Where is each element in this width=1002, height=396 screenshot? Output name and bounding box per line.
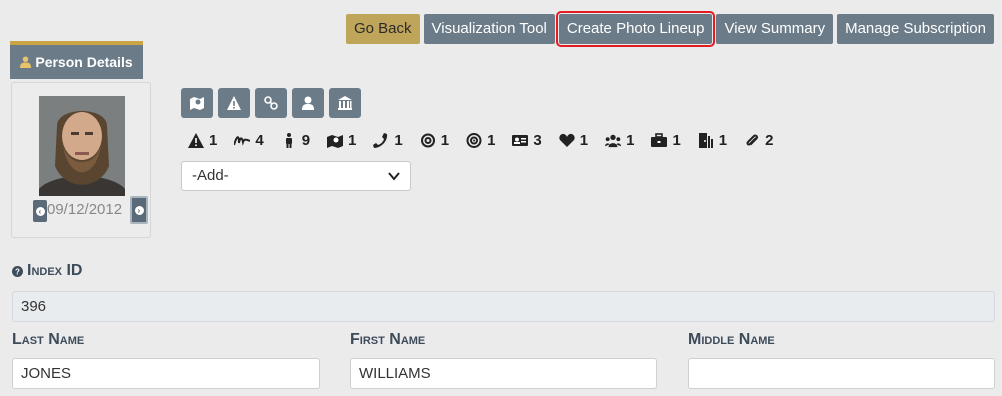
count-value: 1 xyxy=(672,132,681,149)
count-value: 1 xyxy=(394,132,403,149)
map-icon xyxy=(327,135,344,148)
targets-count[interactable]: 1 xyxy=(466,132,495,149)
persons-count[interactable]: 9 xyxy=(281,132,310,149)
person-icon xyxy=(302,96,314,110)
go-back-button[interactable]: Go Back xyxy=(345,14,420,44)
count-value: 1 xyxy=(718,132,728,149)
tab-label: Person Details xyxy=(35,54,133,70)
svg-text:?: ? xyxy=(15,267,20,276)
create-photo-lineup-button[interactable]: Create Photo Lineup xyxy=(555,11,716,47)
add-dropdown[interactable]: -Add- xyxy=(181,161,411,191)
visualization-tool-button[interactable]: Visualization Tool xyxy=(423,14,555,44)
add-dropdown-value: -Add- xyxy=(192,167,229,184)
relationships-count[interactable]: 1 xyxy=(559,132,588,149)
help-icon[interactable]: ? xyxy=(12,265,23,277)
count-value: 1 xyxy=(487,132,496,149)
building-icon xyxy=(338,96,352,110)
warning-icon xyxy=(188,133,204,148)
link-button[interactable] xyxy=(255,88,287,118)
count-value: 2 xyxy=(765,132,774,149)
phones-count[interactable]: 1 xyxy=(373,132,403,149)
users-icon xyxy=(605,134,622,148)
count-value: 1 xyxy=(440,132,450,149)
incarcerations-count[interactable]: 1 xyxy=(698,132,727,149)
target-icon xyxy=(466,133,482,148)
locations-count[interactable]: 1 xyxy=(327,132,356,149)
photo-card: ‹ 09/12/2012 › xyxy=(11,82,151,238)
briefcase-icon xyxy=(651,133,668,147)
arrow-left-icon: ‹ xyxy=(35,206,45,216)
signature-icon xyxy=(234,136,251,146)
emails-count[interactable]: 1 xyxy=(420,132,449,149)
paperclip-icon xyxy=(746,134,759,146)
signatures-count[interactable]: 4 xyxy=(234,132,264,149)
count-value: 1 xyxy=(209,132,218,149)
top-action-bar: Go Back Visualization Tool Create Photo … xyxy=(345,11,994,47)
action-icon-row xyxy=(181,88,361,118)
middle-name-label: Middle Name xyxy=(688,331,775,348)
warnings-count[interactable]: 1 xyxy=(188,132,217,149)
chevron-down-icon xyxy=(388,172,400,181)
prev-photo-button[interactable]: ‹ xyxy=(33,200,47,222)
first-name-label: First Name xyxy=(350,331,426,348)
door-icon xyxy=(698,133,713,148)
id-card-icon xyxy=(512,135,529,146)
at-icon xyxy=(420,133,435,148)
attachments-count[interactable]: 2 xyxy=(744,132,773,149)
associates-count[interactable]: 1 xyxy=(605,132,634,149)
view-summary-button[interactable]: View Summary xyxy=(716,14,834,44)
building-button[interactable] xyxy=(329,88,361,118)
count-value: 1 xyxy=(348,132,357,149)
count-value: 4 xyxy=(255,132,264,149)
arrow-right-icon: › xyxy=(134,205,144,215)
map-marker-button[interactable] xyxy=(181,88,213,118)
person-button[interactable] xyxy=(292,88,324,118)
person-photo[interactable] xyxy=(39,96,125,196)
next-photo-button[interactable]: › xyxy=(130,196,148,224)
person-standing-icon xyxy=(285,133,292,148)
count-value: 9 xyxy=(301,132,311,149)
index-id-field: 396 xyxy=(12,291,995,322)
person-icon xyxy=(20,56,32,68)
map-marker-icon xyxy=(190,97,204,110)
manage-subscription-button[interactable]: Manage Subscription xyxy=(837,14,994,44)
ids-count[interactable]: 3 xyxy=(512,132,542,149)
first-name-field[interactable]: WILLIAMS xyxy=(350,358,657,389)
last-name-label: Last Name xyxy=(12,331,85,348)
index-id-label-text: Index ID xyxy=(27,262,83,279)
record-counts: 1 4 9 1 1 1 1 3 1 1 1 1 2 xyxy=(188,132,773,149)
count-value: 3 xyxy=(533,132,542,149)
tab-person-details[interactable]: Person Details xyxy=(10,41,143,79)
last-name-field[interactable]: JONES xyxy=(12,358,320,389)
photo-date: 09/12/2012 xyxy=(47,201,123,218)
middle-name-field[interactable] xyxy=(688,358,995,389)
warning-icon xyxy=(227,96,241,110)
index-id-label: ? Index ID xyxy=(12,262,82,280)
phone-icon xyxy=(373,133,388,148)
heart-icon xyxy=(559,133,575,147)
employers-count[interactable]: 1 xyxy=(651,132,681,149)
link-icon xyxy=(264,96,278,110)
count-value: 1 xyxy=(626,132,635,149)
warning-button[interactable] xyxy=(218,88,250,118)
count-value: 1 xyxy=(579,132,589,149)
